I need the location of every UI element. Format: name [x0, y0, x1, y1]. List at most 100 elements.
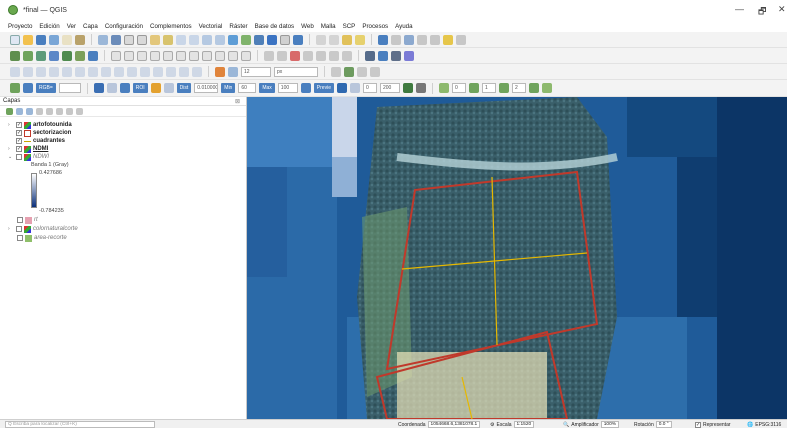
- sum-icon[interactable]: [404, 34, 414, 45]
- collapse-arrow-icon[interactable]: ⌄: [8, 154, 14, 160]
- open-table-icon[interactable]: [329, 34, 339, 45]
- edit-icon[interactable]: [124, 50, 134, 61]
- save-as-icon[interactable]: [49, 34, 59, 45]
- toolbox-icon[interactable]: [391, 34, 401, 45]
- locator-search-input[interactable]: Q Escriba para localizar (Ctrl+K): [5, 421, 155, 428]
- scp-rgb-field[interactable]: RGB=: [36, 83, 56, 93]
- restore-button[interactable]: 🗗: [758, 4, 766, 20]
- filter-legend-icon[interactable]: [36, 107, 43, 115]
- scp-band-set-icon[interactable]: [438, 83, 449, 93]
- layer-item-colornaturalcorte[interactable]: › colornaturalcorte: [8, 225, 78, 233]
- crs-label[interactable]: EPSG:3116: [755, 422, 781, 428]
- scp-roi-zoom-icon[interactable]: [119, 83, 130, 93]
- layer-checkbox[interactable]: [17, 217, 23, 223]
- scp-band-icon-4[interactable]: [528, 83, 539, 93]
- reshape-icon[interactable]: [153, 66, 163, 77]
- bookmark-icon[interactable]: [254, 34, 264, 45]
- scp-local-icon[interactable]: [106, 83, 117, 93]
- scp-preview-zoom-icon[interactable]: [300, 83, 311, 93]
- layer-checkbox[interactable]: [16, 226, 22, 232]
- label-icon[interactable]: [264, 50, 274, 61]
- scp-band-icon[interactable]: [402, 83, 413, 93]
- more-icon[interactable]: [370, 66, 380, 77]
- reverse-line-icon[interactable]: [179, 66, 189, 77]
- cut-icon[interactable]: [189, 50, 199, 61]
- label-show-icon[interactable]: [303, 50, 313, 61]
- new-project-icon[interactable]: [10, 34, 20, 45]
- expand-arrow-icon[interactable]: ›: [8, 146, 14, 152]
- ruler-icon[interactable]: [417, 34, 427, 45]
- menu-malla[interactable]: Malla: [321, 23, 336, 30]
- menu-scp[interactable]: SCP: [343, 23, 356, 30]
- rotate-features-icon[interactable]: [75, 66, 85, 77]
- add-csv-icon[interactable]: [62, 50, 72, 61]
- menu-raster[interactable]: Ráster: [229, 23, 247, 30]
- scp-preview-button[interactable]: Previe: [313, 83, 334, 93]
- data-source-manager-icon[interactable]: [10, 50, 20, 61]
- layer-checkbox[interactable]: ✓: [16, 122, 22, 128]
- split-features-icon[interactable]: [49, 66, 59, 77]
- menu-procesos[interactable]: Procesos: [362, 23, 388, 30]
- layer-checkbox[interactable]: [16, 154, 22, 160]
- temporal-controller-icon[interactable]: [241, 34, 251, 45]
- zoom-full-icon[interactable]: [150, 34, 160, 45]
- paint-bucket-icon[interactable]: [215, 66, 225, 77]
- expand-all-icon[interactable]: [56, 107, 63, 115]
- font-icon[interactable]: [228, 66, 238, 77]
- scp-field-4[interactable]: 1: [481, 83, 496, 93]
- layer-item-rt[interactable]: rt: [17, 216, 38, 224]
- scp-dist-field[interactable]: 0.010000: [194, 83, 219, 93]
- select-value-icon[interactable]: [355, 34, 365, 45]
- pan-to-selection-icon[interactable]: [111, 34, 121, 45]
- zoom-selection-icon[interactable]: [163, 34, 173, 45]
- label-highlight-icon[interactable]: [290, 50, 300, 61]
- magnifier-field[interactable]: 100%: [600, 421, 620, 428]
- scp-dock-icon[interactable]: [10, 83, 20, 93]
- map-canvas[interactable]: [247, 97, 787, 419]
- save-edits-icon[interactable]: [137, 50, 147, 61]
- scp-band-icon-3[interactable]: [498, 83, 509, 93]
- scp-band-icon-2[interactable]: [468, 83, 479, 93]
- plugin-icon[interactable]: [365, 50, 375, 61]
- menu-capa[interactable]: Capa: [83, 23, 98, 30]
- close-button[interactable]: ✕: [778, 4, 786, 15]
- scp-min-field[interactable]: 60: [238, 83, 257, 93]
- copy-icon[interactable]: [202, 50, 212, 61]
- scp-rgb-dropdown[interactable]: [58, 83, 81, 93]
- snapping-icon[interactable]: [36, 66, 46, 77]
- scp-roi-button[interactable]: ROI: [132, 83, 148, 93]
- label-pin-icon[interactable]: [277, 50, 287, 61]
- menu-vectorial[interactable]: Vectorial: [199, 23, 223, 30]
- layer-checkbox[interactable]: ✓: [16, 146, 22, 152]
- zoom-last-icon[interactable]: [202, 34, 212, 45]
- layer-checkbox[interactable]: ✓: [16, 138, 22, 144]
- scp-field-5[interactable]: 2: [511, 83, 526, 93]
- scp-remove-icon[interactable]: [415, 83, 426, 93]
- settings-icon[interactable]: [404, 50, 414, 61]
- field-calc-icon[interactable]: [378, 34, 388, 45]
- menu-web[interactable]: Web: [301, 23, 314, 30]
- add-group-icon[interactable]: [16, 107, 23, 115]
- zoom-out-icon[interactable]: [137, 34, 147, 45]
- layer-item-area-recorte[interactable]: area-recorte: [17, 234, 67, 242]
- crs-group[interactable]: 🌐 EPSG:3116: [747, 421, 781, 428]
- scp-field-1[interactable]: 0: [362, 83, 377, 93]
- menu-base-de-datos[interactable]: Base de datos: [255, 23, 295, 30]
- font-size-field[interactable]: 12: [241, 66, 271, 77]
- scp-icon[interactable]: [378, 50, 388, 61]
- layer-item-ndmi[interactable]: › ✓ NDMI: [8, 145, 48, 153]
- offset-curve-icon[interactable]: [166, 66, 176, 77]
- add-feature-icon[interactable]: [150, 50, 160, 61]
- layer-item-sectorizacion[interactable]: ✓ sectorizacion: [8, 129, 71, 137]
- manage-themes-icon[interactable]: [26, 107, 33, 115]
- font-unit-field[interactable]: px: [274, 66, 318, 77]
- zoom-in-icon[interactable]: [124, 34, 134, 45]
- lock-scale-icon[interactable]: ⚙: [490, 422, 494, 428]
- refresh-icon[interactable]: [293, 34, 303, 45]
- delete-ring-icon[interactable]: [140, 66, 150, 77]
- close-filter-icon[interactable]: [357, 66, 367, 77]
- expand-arrow-icon[interactable]: ›: [8, 226, 14, 232]
- scp-redo-roi-icon[interactable]: [163, 83, 174, 93]
- menu-proyecto[interactable]: Proyecto: [8, 23, 32, 30]
- scp-max-field[interactable]: 100: [277, 83, 298, 93]
